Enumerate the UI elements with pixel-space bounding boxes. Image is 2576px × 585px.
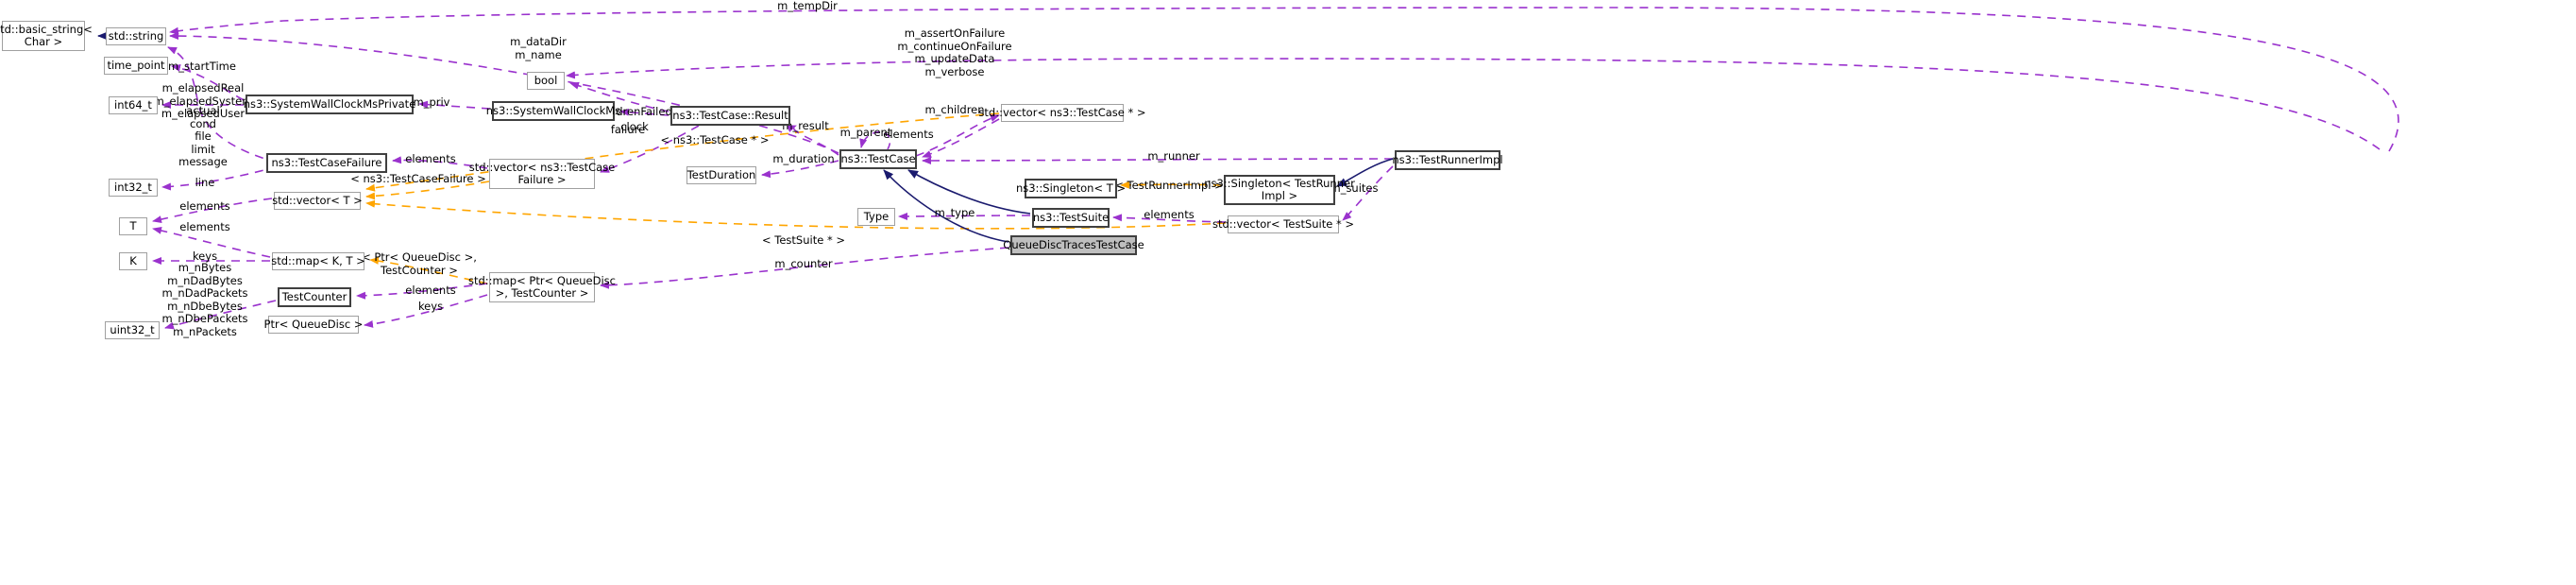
node-template-k[interactable]: K [119,252,147,270]
node-ns3-singleton-testrunnerimpl[interactable]: ns3::Singleton< TestRunner Impl > [1204,175,1355,205]
edge-label-tpl-testsuite-ptr: < TestSuite * > [761,233,846,247]
diagram-edges [97,7,2399,330]
edge-label-clock-visible: clock [620,120,649,133]
node-std-map-k-t[interactable]: std::map< K, T > [271,252,365,270]
node-ns3-systemwallclockmsprivate[interactable]: ns3::SystemWallClockMsPrivate [244,95,415,114]
node-std-vector-t[interactable]: std::vector< T > [272,192,363,210]
edge-label-tpl-testcasefailure: < ns3::TestCaseFailure > [350,172,486,185]
node-type[interactable]: Type [857,208,895,226]
node-ns3-testsuite[interactable]: ns3::TestSuite [1032,208,1110,228]
edge-label-m-children: m_children [924,103,985,116]
node-time-point[interactable]: time_point [104,57,168,75]
node-ns3-testcase-result[interactable]: ns3::TestCase::Result [670,106,790,126]
node-ns3-testrunnerimpl[interactable]: ns3::TestRunnerImpl [1392,150,1503,170]
edge-label-m-runner: m_runner [1147,149,1200,163]
edge-label-elements-testcase: elements [883,128,934,141]
node-std-map-ptr-queuedisc-testcounter[interactable]: std::map< Ptr< QueueDisc >, TestCounter … [468,272,616,302]
node-std-string[interactable]: std::string [106,27,166,45]
node-ns3-singleton-t[interactable]: ns3::Singleton< T > [1016,179,1126,198]
edge-label-tpl-queuedisc-testcounter: < Ptr< QueueDisc >, TestCounter > [362,250,477,277]
node-template-t[interactable]: T [119,217,147,235]
node-testcounter[interactable]: TestCounter [278,287,351,307]
node-ns3-testcase[interactable]: ns3::TestCase [839,149,917,169]
node-ns3-testcasefailure[interactable]: ns3::TestCaseFailure [266,153,387,173]
edge-label-m-tempdir: m_tempDir [777,0,838,12]
edge-label-elements-t-map: elements [179,220,230,233]
node-uint32-t[interactable]: uint32_t [105,321,160,339]
edge-label-elements-testsuite: elements [1144,208,1195,221]
node-int64-t[interactable]: int64_t [109,96,158,114]
edge-label-elements-tcf: elements [405,152,456,165]
edge-label-elements-t-vector: elements [179,199,230,213]
edge-label-m-type: m_type [934,206,975,219]
node-int32-t[interactable]: int32_t [109,179,158,197]
node-ns3-systemwallclockms[interactable]: ns3::SystemWallClockMs [486,101,620,121]
edge-label-tpl-testcase-ptr: < ns3::TestCase * > [660,133,770,146]
edge-label-runner-flags: m_assertOnFailure m_continueOnFailure m_… [897,26,1012,78]
edge-label-m-datadir-m-name: m_dataDir m_name [510,35,567,61]
node-ptr-queuedisc[interactable]: Ptr< QueueDisc > [264,316,363,334]
edge-label-failure-fields: actual cond file limit message [178,104,228,168]
edge-label-m-starttime: m_startTime [168,60,236,73]
collaboration-diagram: std::basic_string< Char > std::string ti… [0,0,2576,585]
edge-label-m-duration: m_duration [772,152,835,165]
node-bool[interactable]: bool [527,72,565,90]
edge-label-line: line [195,176,215,189]
edge-label-keys-queuedisc: keys [417,300,444,313]
node-std-vector-ns3-testcase-ptr[interactable]: std::vector< ns3::TestCase * > [978,104,1146,122]
node-std-vector-ns3-testcasefailure[interactable]: std::vector< ns3::TestCase Failure > [469,159,615,189]
node-std-vector-testsuite-ptr[interactable]: std::vector< TestSuite * > [1212,215,1354,233]
node-queuedisctracestestcase[interactable]: QueueDiscTracesTestCase [1003,235,1144,255]
edge-label-m-priv: m_priv [413,95,450,109]
node-std-basic-string[interactable]: std::basic_string< Char > [0,21,93,51]
edge-label-m-counter: m_counter [774,257,833,270]
node-testduration[interactable]: TestDuration [686,166,756,184]
edge-label-elements-testcounter: elements [405,284,456,297]
edge-label-counter-fields: m_nBytes m_nDadBytes m_nDadPackets m_nDb… [161,261,248,338]
